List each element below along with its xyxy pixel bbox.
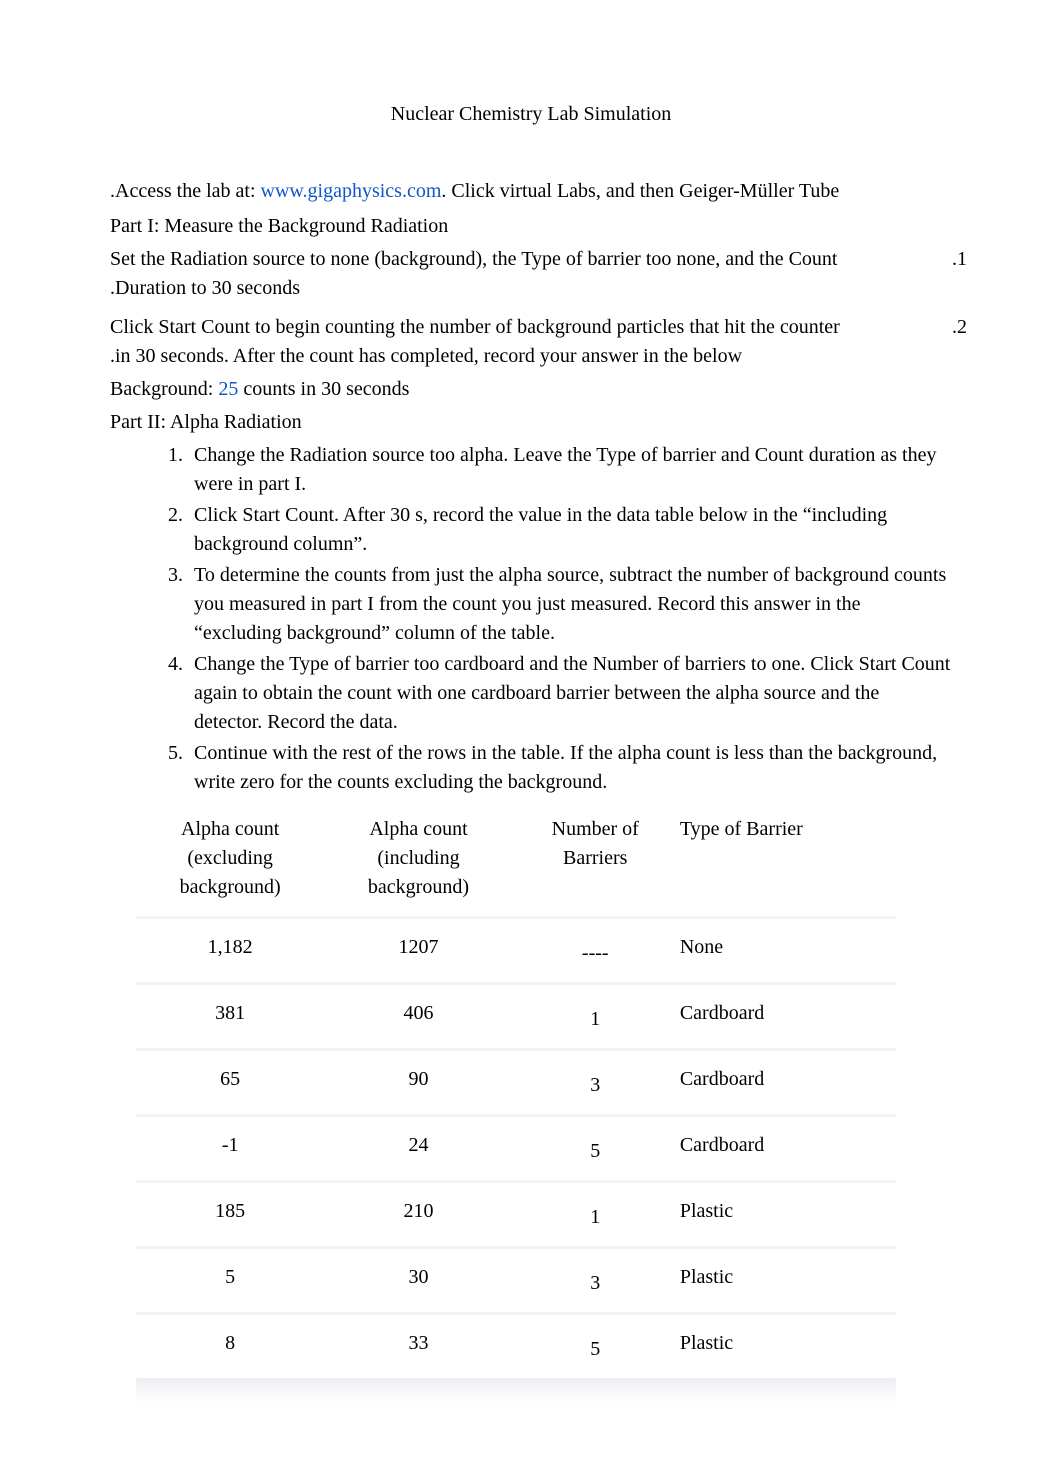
cell-type: Plastic (678, 1180, 896, 1246)
cell-number: ---- (513, 916, 678, 982)
table-row: 1,182 1207 ---- None (136, 916, 896, 982)
cell-including: 1207 (324, 916, 512, 982)
col-header-excluding: Alpha count (excluding background) (136, 807, 324, 916)
cell-excluding: 185 (136, 1180, 324, 1246)
cell-number: 3 (513, 1246, 678, 1312)
col-header-text: Alpha count (181, 818, 279, 840)
table-header-row: Alpha count (excluding background) Alpha… (136, 807, 896, 916)
cell-type: Cardboard (678, 1114, 896, 1180)
alpha-table: Alpha count (excluding background) Alpha… (136, 807, 896, 1378)
list-item: Click Start Count. After 30 s, record th… (188, 501, 952, 559)
part2-steps-list: Change the Radiation source too alpha. L… (110, 441, 952, 797)
part1-step2-text-a: Click Start Count to begin counting the … (110, 316, 840, 338)
lab-link[interactable]: www.gigaphysics.com (261, 180, 442, 202)
intro-prefix: .Access the lab at: (110, 180, 261, 202)
cell-including: 33 (324, 1312, 512, 1378)
table-row: 185 210 1 Plastic (136, 1180, 896, 1246)
cell-type: Cardboard (678, 982, 896, 1048)
col-header-including: Alpha count (including background) (324, 807, 512, 916)
list-item: Change the Radiation source too alpha. L… (188, 441, 952, 499)
list-item: Change the Type of barrier too cardboard… (188, 650, 952, 737)
col-header-text: Number of (552, 818, 639, 840)
cell-number: 1 (513, 982, 678, 1048)
col-header-number: Number of Barriers (513, 807, 678, 916)
table-body: 1,182 1207 ---- None 381 406 1 Cardboard… (136, 916, 896, 1378)
part1-step1-text-b: .Duration to 30 seconds (110, 274, 952, 303)
col-header-text: Type of Barrier (680, 818, 803, 840)
cell-excluding: 381 (136, 982, 324, 1048)
cell-excluding: -1 (136, 1114, 324, 1180)
col-header-text: Barriers (563, 847, 627, 869)
part1-heading: Part I: Measure the Background Radiation (110, 212, 952, 241)
table-bottom-shadow (136, 1378, 896, 1404)
cell-type: Plastic (678, 1312, 896, 1378)
part1-step1-text-a: Set the Radiation source to none (backgr… (110, 248, 837, 270)
cell-number: 3 (513, 1048, 678, 1114)
background-suffix: counts in 30 seconds (243, 378, 409, 400)
part1-step1-number: .1 (952, 245, 967, 274)
part1-step1: Set the Radiation source to none (backgr… (110, 245, 952, 274)
col-header-text: background) (368, 876, 469, 898)
cell-including: 30 (324, 1246, 512, 1312)
intro-line: .Access the lab at: www.gigaphysics.com.… (110, 177, 952, 206)
cell-including: 406 (324, 982, 512, 1048)
table-row: 65 90 3 Cardboard (136, 1048, 896, 1114)
part1-step2-number: .2 (952, 313, 967, 342)
background-label: Background: (110, 378, 213, 400)
intro-suffix: . Click virtual Labs, and then Geiger-Mü… (441, 180, 839, 202)
table-row: 381 406 1 Cardboard (136, 982, 896, 1048)
cell-number: 1 (513, 1180, 678, 1246)
page-title: Nuclear Chemistry Lab Simulation (110, 100, 952, 129)
cell-number: 5 (513, 1312, 678, 1378)
part1-step2-text-b: .in 30 seconds. After the count has comp… (110, 342, 952, 371)
col-header-text: (excluding (187, 847, 273, 869)
cell-including: 24 (324, 1114, 512, 1180)
cell-type: Plastic (678, 1246, 896, 1312)
col-header-type: Type of Barrier (678, 807, 896, 916)
table-row: -1 24 5 Cardboard (136, 1114, 896, 1180)
cell-including: 90 (324, 1048, 512, 1114)
table-row: 5 30 3 Plastic (136, 1246, 896, 1312)
table-row: 8 33 5 Plastic (136, 1312, 896, 1378)
cell-excluding: 8 (136, 1312, 324, 1378)
col-header-text: (including (377, 847, 459, 869)
cell-type: None (678, 916, 896, 982)
document-page: Nuclear Chemistry Lab Simulation .Access… (0, 0, 1062, 1464)
background-value: 25 (218, 378, 238, 400)
part1-step2: Click Start Count to begin counting the … (110, 313, 952, 342)
col-header-text: background) (180, 876, 281, 898)
cell-including: 210 (324, 1180, 512, 1246)
part2-heading: Part II: Alpha Radiation (110, 408, 952, 437)
cell-type: Cardboard (678, 1048, 896, 1114)
background-result: Background: 25 counts in 30 seconds (110, 375, 952, 404)
cell-excluding: 65 (136, 1048, 324, 1114)
cell-excluding: 1,182 (136, 916, 324, 982)
list-item: Continue with the rest of the rows in th… (188, 739, 952, 797)
cell-excluding: 5 (136, 1246, 324, 1312)
col-header-text: Alpha count (369, 818, 467, 840)
cell-number: 5 (513, 1114, 678, 1180)
list-item: To determine the counts from just the al… (188, 561, 952, 648)
